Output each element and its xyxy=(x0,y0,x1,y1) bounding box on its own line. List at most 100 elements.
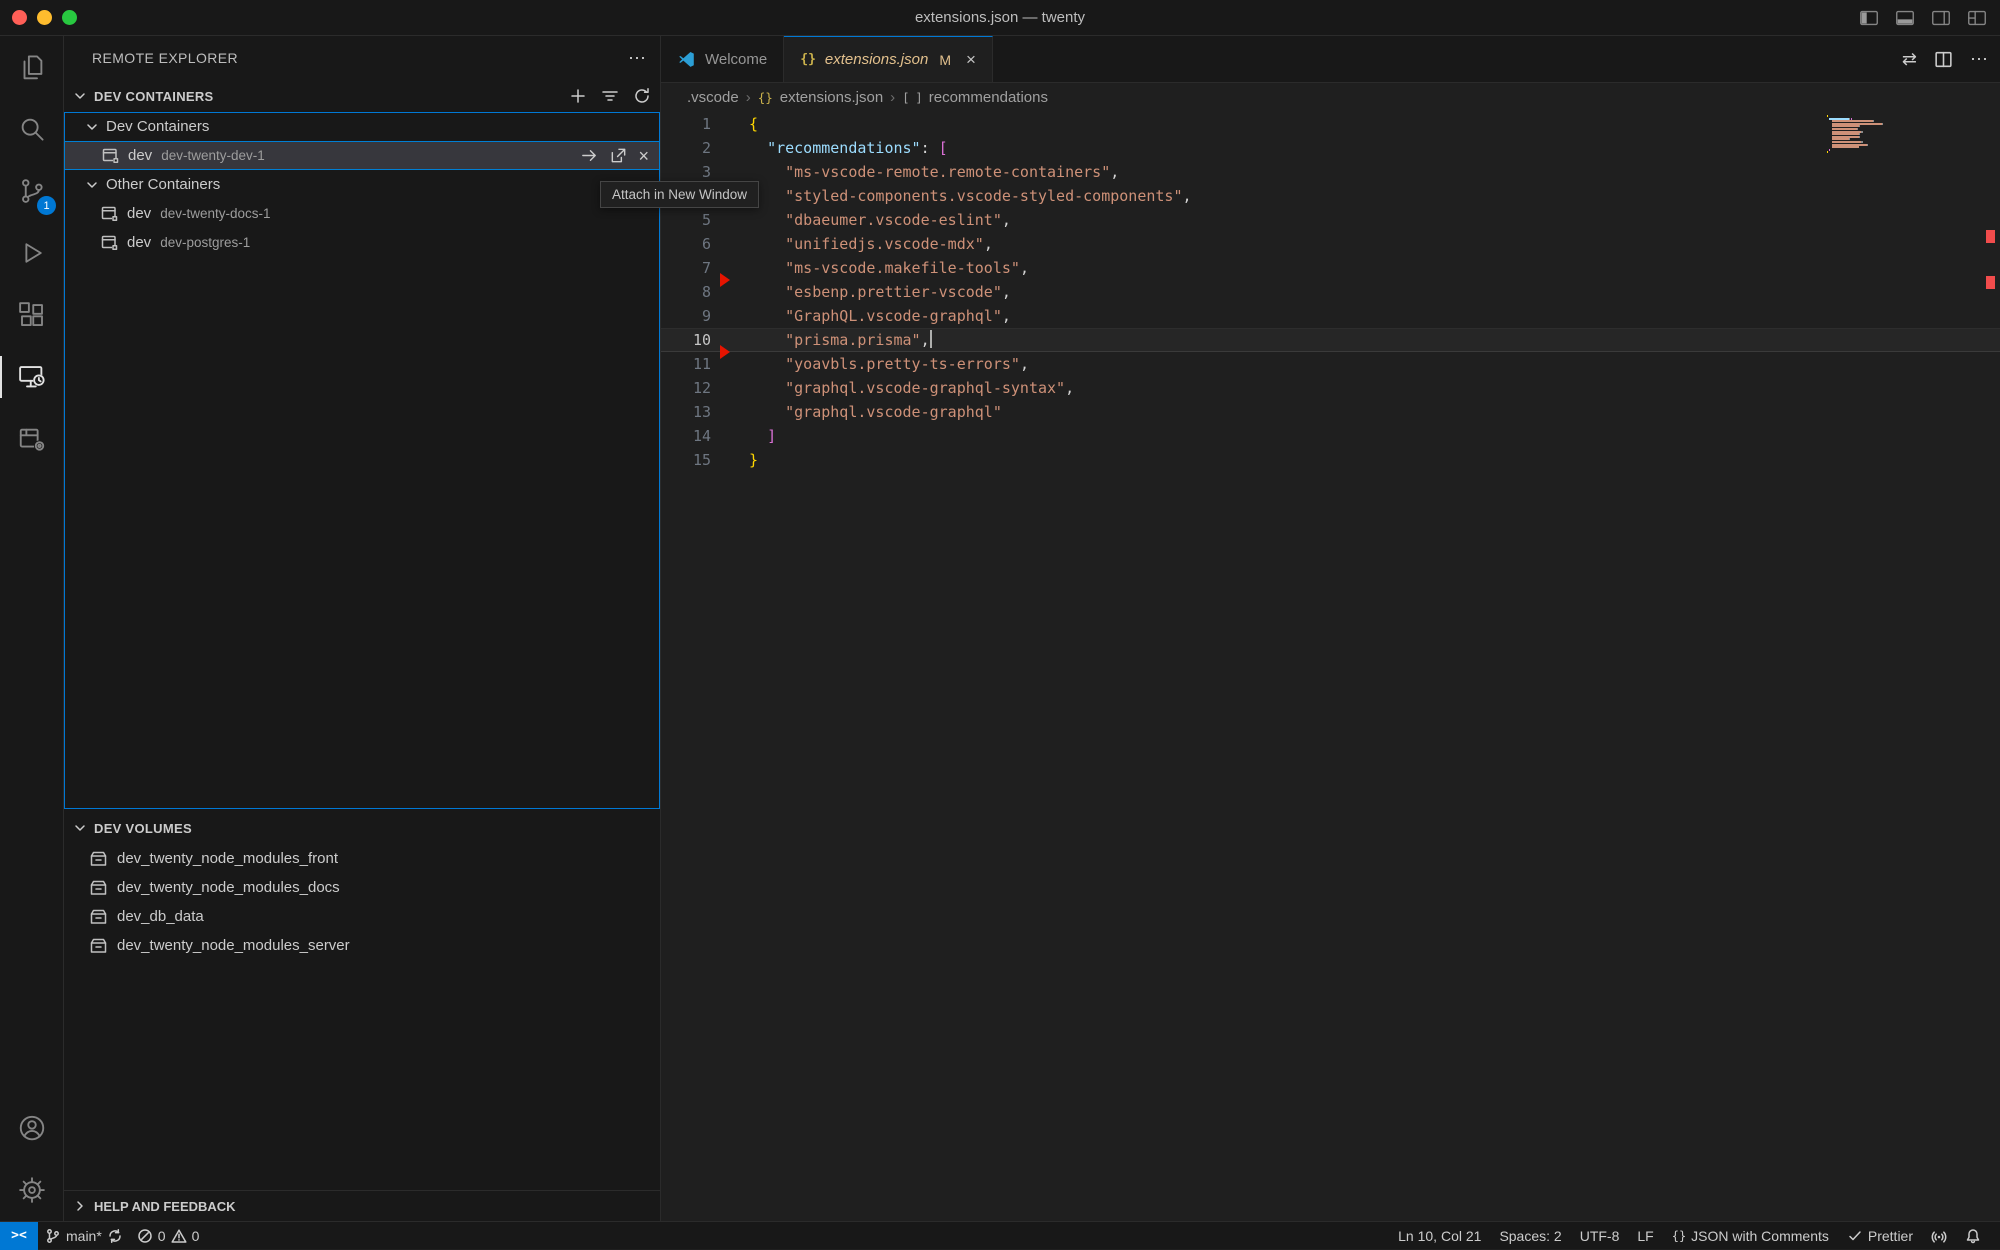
attach-current-window-icon[interactable] xyxy=(580,146,599,165)
section-dev-containers[interactable]: DEV CONTAINERS xyxy=(64,80,660,112)
container-name: dev xyxy=(127,205,151,222)
code-line[interactable]: 6 "unifiedjs.vscode-mdx", xyxy=(661,232,2000,256)
settings-gear-icon[interactable] xyxy=(0,1159,64,1221)
problems-status[interactable]: 0 0 xyxy=(130,1222,207,1249)
close-window-button[interactable] xyxy=(12,10,27,25)
tree-group-other-containers[interactable]: Other Containers xyxy=(64,170,660,199)
extensions-icon[interactable] xyxy=(0,284,64,346)
minimize-window-button[interactable] xyxy=(37,10,52,25)
open-changes-icon[interactable]: ⇄ xyxy=(1902,49,1917,70)
breadcrumb-file[interactable]: extensions.json xyxy=(780,89,883,106)
code-line[interactable]: 9 "GraphQL.vscode-graphql", xyxy=(661,304,2000,328)
search-icon[interactable] xyxy=(0,98,64,160)
breadcrumb-symbol[interactable]: recommendations xyxy=(929,89,1048,106)
line-number[interactable]: 7 xyxy=(661,256,711,280)
line-number[interactable]: 8 xyxy=(661,280,711,304)
broadcast-icon[interactable] xyxy=(1922,1228,1956,1244)
tab-extensions-json[interactable]: {} extensions.json M × xyxy=(784,36,993,82)
overview-ruler-mark xyxy=(1986,230,1995,243)
git-modified-badge: M xyxy=(939,52,951,68)
code-line[interactable]: 15} xyxy=(661,448,2000,472)
check-icon xyxy=(1847,1228,1863,1244)
container-row-dev-twenty-dev-1[interactable]: dev dev-twenty-dev-1 × xyxy=(64,141,660,170)
container-name: dev xyxy=(127,234,151,251)
formatter-status[interactable]: Prettier xyxy=(1838,1228,1922,1244)
git-branch-status[interactable]: main* xyxy=(38,1222,130,1249)
chevron-right-icon: › xyxy=(890,89,895,106)
code-line[interactable]: 12 "graphql.vscode-graphql-syntax", xyxy=(661,376,2000,400)
volume-icon xyxy=(89,878,117,897)
volume-row[interactable]: dev_twenty_node_modules_server xyxy=(64,931,660,960)
indentation-status[interactable]: Spaces: 2 xyxy=(1490,1228,1570,1244)
remote-explorer-icon[interactable] xyxy=(0,346,64,408)
toggle-secondary-sidebar-icon[interactable] xyxy=(1930,7,1952,29)
remove-container-icon[interactable]: × xyxy=(638,147,649,165)
code-line[interactable]: 13 "graphql.vscode-graphql" xyxy=(661,400,2000,424)
container-description: dev-twenty-dev-1 xyxy=(161,148,265,163)
line-number[interactable]: 13 xyxy=(661,400,711,424)
line-number[interactable]: 11 xyxy=(661,352,711,376)
container-row-dev-twenty-docs-1[interactable]: dev dev-twenty-docs-1 xyxy=(64,199,660,228)
code-line[interactable]: 5 "dbaeumer.vscode-eslint", xyxy=(661,208,2000,232)
zoom-window-button[interactable] xyxy=(62,10,77,25)
dev-containers-icon[interactable] xyxy=(0,408,64,470)
language-mode-status[interactable]: {} JSON with Comments xyxy=(1663,1228,1838,1244)
notifications-bell-icon[interactable] xyxy=(1956,1228,1990,1244)
eol-status[interactable]: LF xyxy=(1628,1228,1662,1244)
breadcrumb-folder[interactable]: .vscode xyxy=(687,89,739,106)
chevron-down-icon xyxy=(72,88,88,104)
section-help-feedback[interactable]: HELP AND FEEDBACK xyxy=(64,1190,660,1221)
volume-icon xyxy=(89,849,117,868)
volume-row[interactable]: dev_twenty_node_modules_front xyxy=(64,844,660,873)
run-debug-icon[interactable] xyxy=(0,222,64,284)
close-tab-icon[interactable]: × xyxy=(966,50,976,70)
line-number[interactable]: 5 xyxy=(661,208,711,232)
code-line[interactable]: 14 ] xyxy=(661,424,2000,448)
code-line[interactable]: 11 "yoavbls.pretty-ts-errors", xyxy=(661,352,2000,376)
container-row-dev-postgres-1[interactable]: dev dev-postgres-1 xyxy=(64,228,660,257)
split-editor-icon[interactable] xyxy=(1933,49,1954,70)
section-dev-volumes[interactable]: DEV VOLUMES xyxy=(64,812,660,844)
line-number[interactable]: 9 xyxy=(661,304,711,328)
code-line[interactable]: 10 "prisma.prisma", xyxy=(661,328,2000,352)
tab-welcome[interactable]: Welcome xyxy=(661,36,784,82)
code-editor[interactable]: 1{2 "recommendations": [3 "ms-vscode-rem… xyxy=(661,112,2000,1221)
tree-group-dev-containers[interactable]: Dev Containers xyxy=(64,112,660,141)
attach-new-window-icon[interactable] xyxy=(609,146,628,165)
container-description: dev-twenty-docs-1 xyxy=(160,206,270,221)
more-actions-icon[interactable]: ⋯ xyxy=(628,48,646,69)
line-number[interactable]: 15 xyxy=(661,448,711,472)
code-line[interactable]: 7 "ms-vscode.makefile-tools", xyxy=(661,256,2000,280)
tooltip: Attach in New Window xyxy=(600,181,759,208)
source-control-icon[interactable]: 1 xyxy=(0,160,64,222)
minimap[interactable] xyxy=(1827,115,1891,154)
code-line[interactable]: 3 "ms-vscode-remote.remote-containers", xyxy=(661,160,2000,184)
encoding-status[interactable]: UTF-8 xyxy=(1571,1228,1629,1244)
cursor-position-status[interactable]: Ln 10, Col 21 xyxy=(1389,1228,1490,1244)
customize-layout-icon[interactable] xyxy=(1966,7,1988,29)
code-line[interactable]: 2 "recommendations": [ xyxy=(661,136,2000,160)
remote-indicator[interactable]: >< xyxy=(0,1222,38,1250)
code-line[interactable]: 1{ xyxy=(661,112,2000,136)
volume-row[interactable]: dev_db_data xyxy=(64,902,660,931)
volume-row[interactable]: dev_twenty_node_modules_docs xyxy=(64,873,660,902)
json-file-icon: {} xyxy=(800,52,816,67)
toggle-panel-icon[interactable] xyxy=(1894,7,1916,29)
more-actions-icon[interactable]: ⋯ xyxy=(1970,49,1988,70)
title-bar: extensions.json — twenty xyxy=(0,0,2000,36)
explorer-icon[interactable] xyxy=(0,36,64,98)
line-number[interactable]: 12 xyxy=(661,376,711,400)
line-number[interactable]: 14 xyxy=(661,424,711,448)
line-number[interactable]: 1 xyxy=(661,112,711,136)
refresh-icon[interactable] xyxy=(632,86,652,106)
line-number[interactable]: 10 xyxy=(661,328,711,352)
branch-icon xyxy=(45,1228,61,1244)
code-line[interactable]: 8 "esbenp.prettier-vscode", xyxy=(661,280,2000,304)
filter-icon[interactable] xyxy=(600,86,620,106)
line-number[interactable]: 6 xyxy=(661,232,711,256)
accounts-icon[interactable] xyxy=(0,1097,64,1159)
code-line[interactable]: 4 "styled-components.vscode-styled-compo… xyxy=(661,184,2000,208)
toggle-primary-sidebar-icon[interactable] xyxy=(1858,7,1880,29)
line-number[interactable]: 2 xyxy=(661,136,711,160)
add-container-icon[interactable] xyxy=(568,86,588,106)
